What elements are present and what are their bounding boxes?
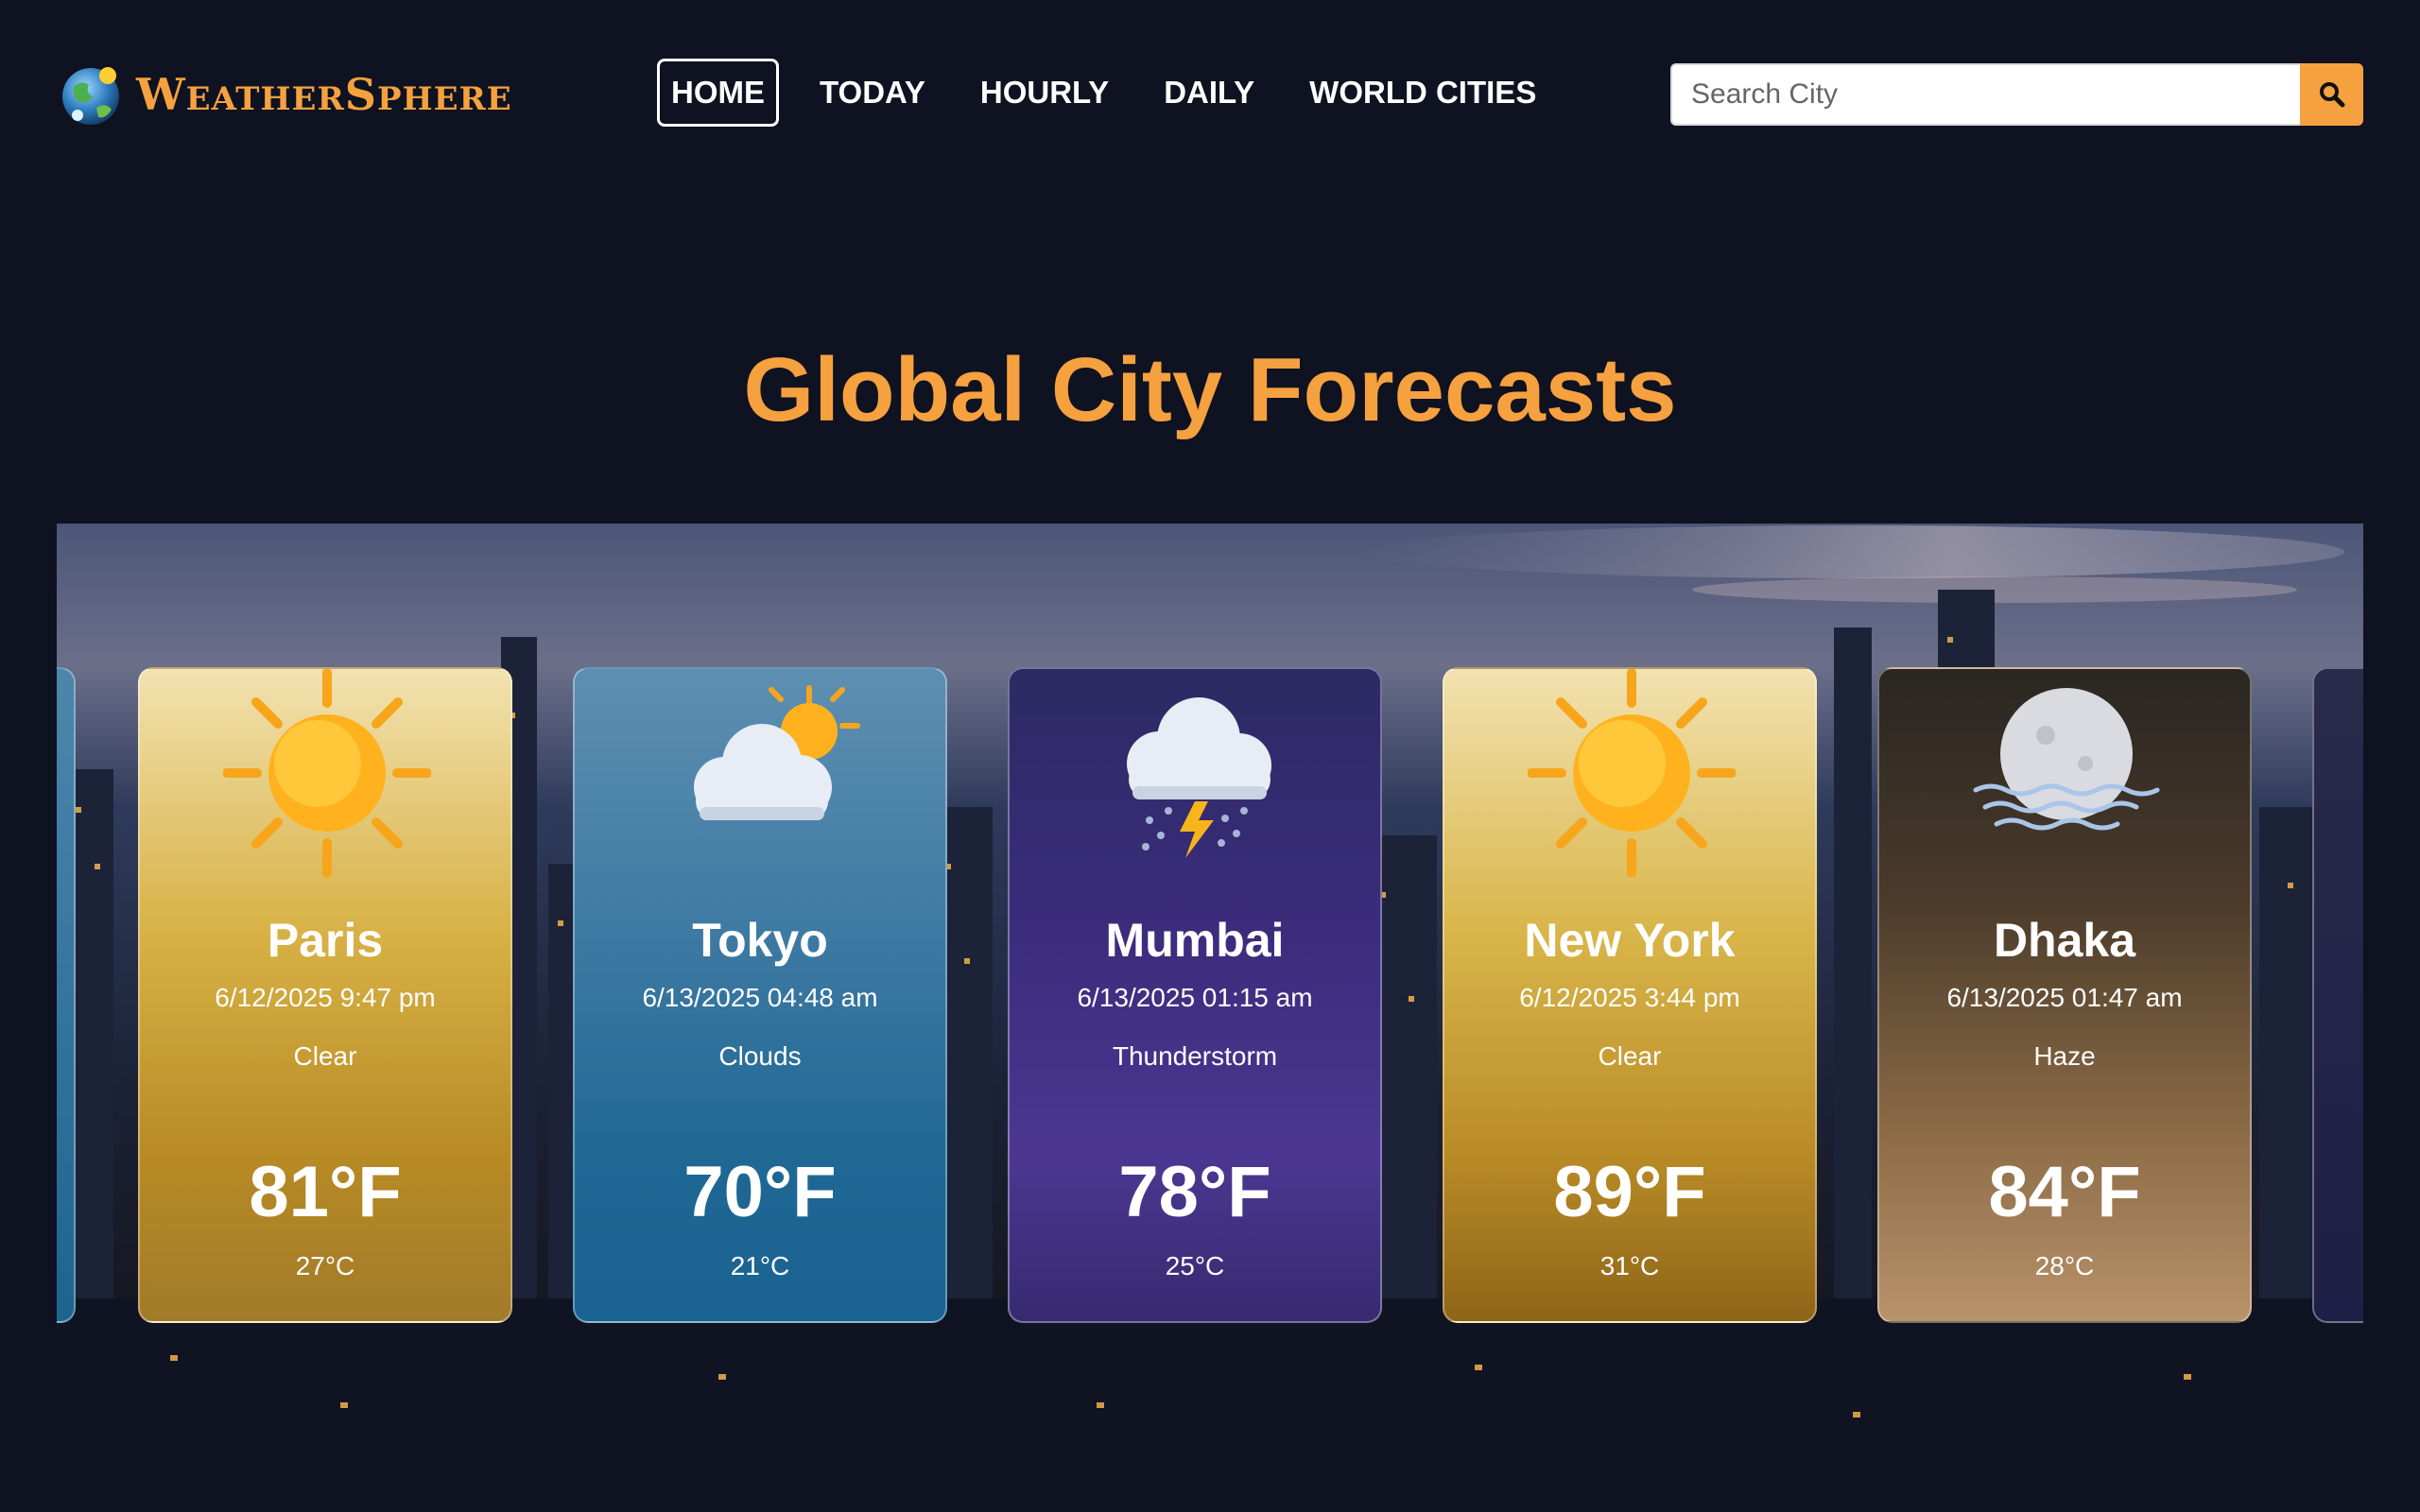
- brand-logo[interactable]: WEATHERSPHERE: [57, 60, 512, 129]
- nav-daily[interactable]: DAILY: [1150, 59, 1269, 127]
- city-datetime: 6/12/2025 3:44 pm: [1519, 983, 1740, 1012]
- cloud-sun-icon: [575, 669, 945, 877]
- temperature-fahrenheit: 89°F: [1553, 1152, 1706, 1232]
- weather-condition: Haze: [2033, 1041, 2096, 1071]
- brand-letter-w: W: [136, 69, 186, 120]
- nav-hourly[interactable]: HOURLY: [966, 59, 1123, 127]
- city-forecast-carousel: Paris 6/12/2025 9:47 pm Clear 81°F 27°C: [57, 524, 2363, 1469]
- city-card-dhaka[interactable]: Dhaka 6/13/2025 01:47 am Haze 84°F 28°C: [1877, 667, 2252, 1323]
- temperature-celsius: 25°C: [1165, 1251, 1225, 1280]
- city-card-tokyo[interactable]: Tokyo 6/13/2025 04:48 am Clouds 70°F 21°…: [573, 667, 947, 1323]
- nav-world-cities[interactable]: WORLD CITIES: [1295, 59, 1550, 127]
- city-name: Tokyo: [692, 914, 828, 967]
- brand-text-phere: PHERE: [376, 80, 512, 118]
- search-icon: [2319, 82, 2344, 108]
- weather-condition: Clear: [1598, 1041, 1662, 1071]
- search-city-input[interactable]: [1670, 63, 2300, 126]
- city-datetime: 6/13/2025 01:47 am: [1946, 983, 2183, 1012]
- temperature-fahrenheit: 70°F: [683, 1152, 837, 1232]
- weather-condition: Clouds: [718, 1041, 802, 1071]
- weather-condition: Clear: [293, 1041, 357, 1071]
- nav-home[interactable]: HOME: [657, 59, 779, 127]
- sun-icon: [140, 669, 510, 877]
- brand-name: WEATHERSPHERE: [136, 69, 512, 120]
- city-datetime: 6/13/2025 04:48 am: [642, 983, 878, 1012]
- carousel-card-partial-left[interactable]: [57, 667, 76, 1323]
- temperature-celsius: 27°C: [295, 1251, 355, 1280]
- temperature-fahrenheit: 81°F: [249, 1152, 402, 1232]
- page-title: Global City Forecasts: [743, 339, 1677, 440]
- city-name: Mumbai: [1105, 914, 1285, 967]
- carousel-card-partial-right[interactable]: [2312, 667, 2363, 1323]
- globe-icon: [62, 67, 119, 125]
- temperature-celsius: 31°C: [1599, 1251, 1660, 1280]
- nav-today[interactable]: TODAY: [805, 59, 940, 127]
- city-name: Dhaka: [1993, 914, 2136, 967]
- city-name: New York: [1524, 914, 1736, 967]
- haze-moon-icon: [1879, 669, 2250, 877]
- city-datetime: 6/12/2025 9:47 pm: [215, 983, 436, 1012]
- city-name: Paris: [267, 914, 384, 967]
- brand-text-eather: EATHER: [185, 80, 345, 118]
- search-button[interactable]: [2300, 63, 2363, 126]
- sun-icon: [1444, 669, 1815, 877]
- main-menu: HOME TODAY HOURLY DAILY WORLD CITIES: [657, 59, 1550, 127]
- thunderstorm-icon: [1010, 669, 1380, 877]
- temperature-celsius: 28°C: [2034, 1251, 2095, 1280]
- temperature-fahrenheit: 78°F: [1118, 1152, 1271, 1232]
- city-card-paris[interactable]: Paris 6/12/2025 9:47 pm Clear 81°F 27°C: [138, 667, 512, 1323]
- temperature-fahrenheit: 84°F: [1988, 1152, 2141, 1232]
- city-card-mumbai[interactable]: Mumbai 6/13/2025 01:15 am Thunderstorm 7…: [1008, 667, 1382, 1323]
- brand-letter-s: S: [344, 69, 377, 120]
- temperature-celsius: 21°C: [730, 1251, 790, 1280]
- weather-condition: Thunderstorm: [1112, 1041, 1278, 1071]
- top-navbar: WEATHERSPHERE HOME TODAY HOURLY DAILY WO…: [0, 0, 2420, 189]
- city-card-new-york[interactable]: New York 6/12/2025 3:44 pm Clear 89°F 31…: [1443, 667, 1817, 1323]
- search-bar: [1670, 63, 2363, 126]
- city-datetime: 6/13/2025 01:15 am: [1077, 983, 1313, 1012]
